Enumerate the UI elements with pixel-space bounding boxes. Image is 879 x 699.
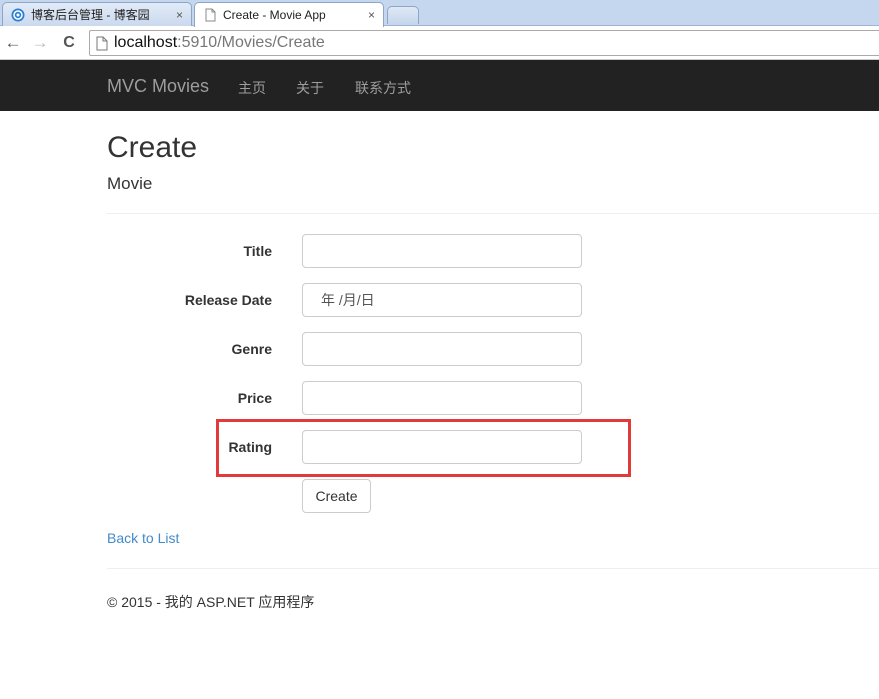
- genre-input[interactable]: [302, 332, 582, 366]
- reload-icon[interactable]: C: [58, 32, 80, 54]
- price-input[interactable]: [302, 381, 582, 415]
- site-navbar: MVC Movies 主页 关于 联系方式: [0, 60, 879, 111]
- page-icon: [205, 8, 216, 22]
- browser-toolbar: ← → C localhost:5910/Movies/Create: [0, 26, 879, 60]
- browser-tab-strip: 博客后台管理 - 博客园 × Create - Movie App ×: [0, 0, 879, 27]
- url-text: localhost:5910/Movies/Create: [114, 34, 325, 51]
- nav-link-home[interactable]: 主页: [238, 78, 266, 98]
- footer-text: © 2015 - 我的 ASP.NET 应用程序: [107, 594, 315, 610]
- nav-link-about[interactable]: 关于: [296, 78, 324, 98]
- close-icon[interactable]: ×: [176, 8, 183, 22]
- back-arrow-icon[interactable]: ←: [2, 32, 24, 54]
- page-title: Create: [107, 131, 198, 164]
- rating-highlight-box: [216, 419, 631, 477]
- release-date-label: Release Date: [184, 292, 272, 308]
- forward-arrow-icon[interactable]: →: [29, 32, 51, 54]
- close-icon[interactable]: ×: [368, 8, 375, 22]
- tab-title: 博客后台管理 - 博客园: [31, 8, 150, 22]
- genre-label: Genre: [231, 341, 272, 357]
- price-label: Price: [237, 390, 272, 406]
- release-date-input[interactable]: 年 /月/日: [302, 283, 582, 317]
- new-tab-button[interactable]: [387, 6, 419, 24]
- title-input[interactable]: [302, 234, 582, 268]
- back-to-list-link[interactable]: Back to List: [107, 530, 179, 546]
- title-label: Title: [243, 243, 272, 259]
- page-subtitle: Movie: [107, 174, 153, 193]
- address-bar[interactable]: localhost:5910/Movies/Create: [89, 30, 879, 56]
- browser-tab-blog-admin[interactable]: 博客后台管理 - 博客园 ×: [2, 2, 192, 26]
- divider: [107, 568, 879, 569]
- navbar-brand[interactable]: MVC Movies: [107, 76, 209, 97]
- nav-link-contact[interactable]: 联系方式: [355, 78, 411, 98]
- divider: [107, 213, 879, 214]
- create-button[interactable]: Create: [302, 479, 371, 513]
- cnblogs-favicon-icon: [11, 8, 25, 21]
- page-icon: [96, 36, 108, 50]
- browser-tab-create-movie[interactable]: Create - Movie App ×: [194, 2, 384, 27]
- tab-title: Create - Movie App: [223, 8, 326, 22]
